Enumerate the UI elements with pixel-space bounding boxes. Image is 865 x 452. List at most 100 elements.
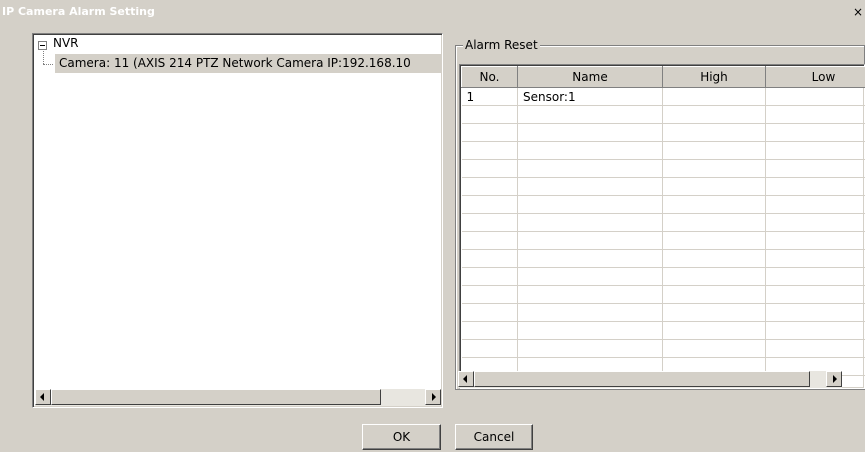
- table-row[interactable]: [461, 267, 865, 286]
- window-title: IP Camera Alarm Setting: [2, 5, 155, 18]
- table-row[interactable]: [461, 141, 865, 160]
- table-cell[interactable]: [662, 321, 766, 340]
- table-row[interactable]: [461, 195, 865, 214]
- table-row[interactable]: [461, 339, 865, 358]
- table-cell[interactable]: [765, 177, 865, 196]
- table-cell[interactable]: [517, 231, 663, 250]
- column-header-name[interactable]: Name: [517, 66, 663, 88]
- table-row[interactable]: [461, 159, 865, 178]
- title-bar: IP Camera Alarm Setting ×: [0, 0, 865, 26]
- table-row[interactable]: [461, 213, 865, 232]
- table-header-row: No. Name High Low: [461, 66, 865, 88]
- arrow-left-icon: [463, 375, 467, 383]
- table-cell[interactable]: [662, 159, 766, 178]
- table-cell[interactable]: [662, 231, 766, 250]
- table-horizontal-scrollbar[interactable]: [458, 371, 842, 388]
- column-header-high[interactable]: High: [662, 66, 766, 88]
- collapse-icon[interactable]: [38, 41, 47, 50]
- table-row[interactable]: [461, 177, 865, 196]
- table-cell[interactable]: [662, 177, 766, 196]
- table-cell[interactable]: [765, 159, 865, 178]
- table-cell[interactable]: [765, 267, 865, 286]
- table-row[interactable]: 1 Sensor:1: [461, 87, 865, 106]
- table-row[interactable]: [461, 231, 865, 250]
- tree-node-camera[interactable]: Camera: 11 (AXIS 214 PTZ Network Camera …: [55, 54, 442, 73]
- table-cell[interactable]: [461, 213, 518, 232]
- table-cell[interactable]: [662, 267, 766, 286]
- table-cell[interactable]: [517, 123, 663, 142]
- table-cell[interactable]: [765, 105, 865, 124]
- table-cell[interactable]: [662, 285, 766, 304]
- table-cell[interactable]: [662, 87, 766, 106]
- table-cell[interactable]: [517, 159, 663, 178]
- table-cell[interactable]: [517, 249, 663, 268]
- scroll-thumb[interactable]: [474, 371, 810, 387]
- table-cell[interactable]: [517, 267, 663, 286]
- table-cell[interactable]: [662, 249, 766, 268]
- ok-button[interactable]: OK: [362, 424, 441, 450]
- scroll-left-button[interactable]: [35, 389, 51, 405]
- column-header-low[interactable]: Low: [765, 66, 865, 88]
- table-cell[interactable]: [517, 321, 663, 340]
- table-cell[interactable]: [517, 213, 663, 232]
- table-cell[interactable]: [517, 339, 663, 358]
- table-cell[interactable]: [461, 159, 518, 178]
- table-cell[interactable]: [461, 321, 518, 340]
- table-row[interactable]: [461, 285, 865, 304]
- table-cell[interactable]: [662, 195, 766, 214]
- cancel-button[interactable]: Cancel: [455, 424, 533, 450]
- table-cell[interactable]: [461, 195, 518, 214]
- table-cell[interactable]: [517, 141, 663, 160]
- table-cell[interactable]: Sensor:1: [517, 87, 663, 106]
- table-cell[interactable]: [662, 339, 766, 358]
- table-cell[interactable]: 1: [461, 87, 518, 106]
- scroll-right-button[interactable]: [425, 389, 441, 405]
- scroll-right-button[interactable]: [826, 371, 842, 387]
- device-tree[interactable]: NVR Camera: 11 (AXIS 214 PTZ Network Cam…: [32, 33, 443, 408]
- table-cell[interactable]: [461, 123, 518, 142]
- table-cell[interactable]: [662, 213, 766, 232]
- table-cell[interactable]: [517, 303, 663, 322]
- table-cell[interactable]: [517, 195, 663, 214]
- table-cell[interactable]: [765, 303, 865, 322]
- table-cell[interactable]: [461, 141, 518, 160]
- scroll-left-button[interactable]: [458, 371, 474, 387]
- table-cell[interactable]: [662, 105, 766, 124]
- table-cell[interactable]: [662, 303, 766, 322]
- scroll-thumb[interactable]: [51, 389, 381, 405]
- column-header-no[interactable]: No.: [461, 66, 518, 88]
- table-cell[interactable]: [517, 105, 663, 124]
- table-row[interactable]: [461, 303, 865, 322]
- table-cell[interactable]: [461, 303, 518, 322]
- table-row[interactable]: [461, 321, 865, 340]
- table-cell[interactable]: [461, 231, 518, 250]
- tree-node-nvr[interactable]: NVR: [53, 36, 79, 50]
- table-cell[interactable]: [765, 213, 865, 232]
- close-icon[interactable]: ×: [851, 4, 865, 20]
- table-cell[interactable]: [517, 177, 663, 196]
- table-cell[interactable]: [461, 105, 518, 124]
- table-cell[interactable]: [461, 285, 518, 304]
- table-cell[interactable]: [517, 285, 663, 304]
- table-cell[interactable]: [765, 321, 865, 340]
- table-cell[interactable]: [461, 267, 518, 286]
- table-cell[interactable]: [765, 285, 865, 304]
- table-cell[interactable]: [765, 141, 865, 160]
- table-cell[interactable]: [662, 123, 766, 142]
- tree-connector: [43, 64, 53, 65]
- tree-horizontal-scrollbar[interactable]: [35, 389, 441, 406]
- table-row[interactable]: [461, 249, 865, 268]
- table-cell[interactable]: [765, 339, 865, 358]
- table-cell[interactable]: [765, 87, 865, 106]
- alarm-table[interactable]: No. Name High Low 1 Sensor:1: [459, 64, 865, 389]
- table-cell[interactable]: [461, 249, 518, 268]
- table-row[interactable]: [461, 123, 865, 142]
- table-cell[interactable]: [461, 339, 518, 358]
- table-cell[interactable]: [765, 249, 865, 268]
- table-cell[interactable]: [461, 177, 518, 196]
- table-cell[interactable]: [765, 195, 865, 214]
- table-row[interactable]: [461, 105, 865, 124]
- table-cell[interactable]: [662, 141, 766, 160]
- table-cell[interactable]: [765, 123, 865, 142]
- table-cell[interactable]: [765, 231, 865, 250]
